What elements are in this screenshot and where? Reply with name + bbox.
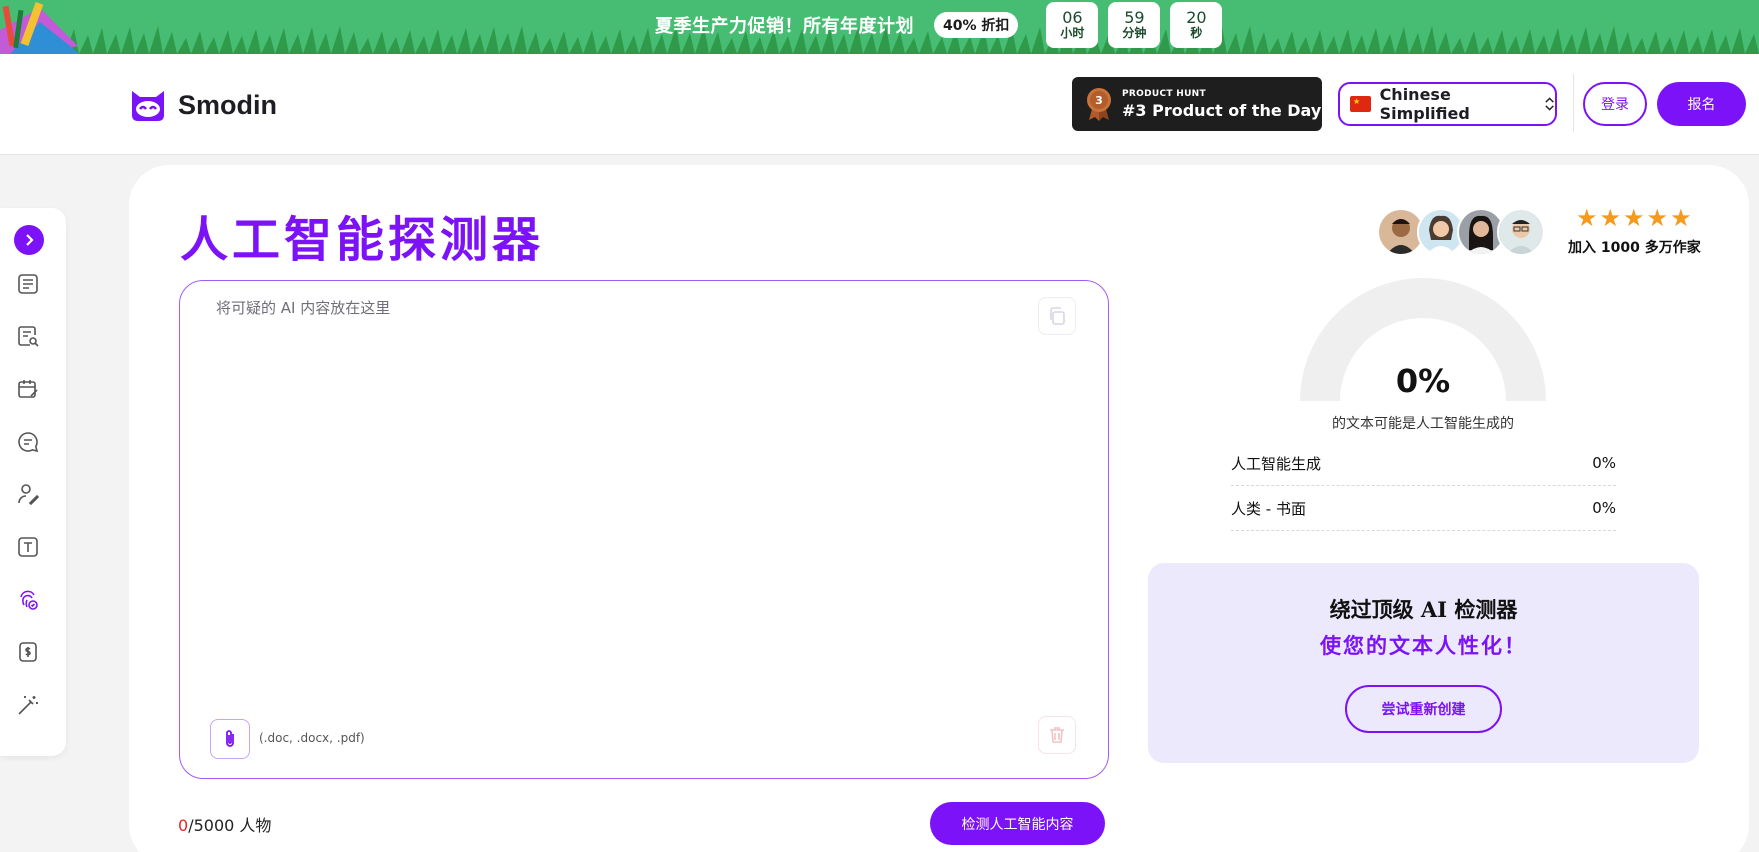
stat-value: 0% bbox=[1592, 454, 1616, 472]
timer-hours-value: 06 bbox=[1062, 8, 1083, 27]
logo-link[interactable]: Smodin bbox=[128, 87, 277, 123]
page-title: 人工智能探测器 bbox=[180, 212, 545, 268]
text-box-icon bbox=[18, 537, 38, 557]
accepted-formats: (.doc, .docx, .pdf) bbox=[259, 731, 365, 745]
sidebar-item-summarizer[interactable] bbox=[14, 428, 42, 456]
signup-button[interactable]: 报名 bbox=[1657, 82, 1746, 126]
countdown-timer: 06 小时 59 分钟 20 秒 bbox=[1046, 2, 1223, 48]
language-label: Chinese Simplified bbox=[1379, 85, 1470, 123]
writers-count: 加入 1000 多万作家 bbox=[1568, 240, 1701, 256]
bypass-promo-box: 绕过顶级 AI 检测器 使您的文本人性化！ 尝试重新创建 bbox=[1148, 563, 1699, 763]
character-count-current: 0 bbox=[178, 816, 189, 835]
chat-lines-icon bbox=[18, 432, 39, 453]
character-count-limit: /5000 人物 bbox=[188, 816, 272, 835]
ai-score-value: 0% bbox=[1395, 362, 1451, 400]
clear-button[interactable] bbox=[1038, 716, 1076, 754]
tool-sidebar bbox=[0, 208, 66, 756]
rating-stars: ★★★★★ bbox=[1576, 204, 1694, 232]
detect-ai-button[interactable]: 检测人工智能内容 bbox=[930, 802, 1105, 845]
ai-score-caption: 的文本可能是人工智能生成的 bbox=[1332, 416, 1514, 432]
sidebar-item-ai-detector[interactable] bbox=[14, 586, 42, 614]
bypass-heading: 绕过顶级 AI 检测器 bbox=[1329, 597, 1518, 622]
timer-seconds-unit: 秒 bbox=[1190, 26, 1203, 40]
timer-hours-unit: 小时 bbox=[1060, 26, 1085, 40]
product-hunt-label: PRODUCT HUNT bbox=[1122, 88, 1206, 99]
fingerprint-check-icon bbox=[20, 590, 38, 610]
chevron-updown-icon bbox=[1545, 97, 1554, 111]
text-input-area[interactable]: 将可疑的 AI 内容放在这里 (.doc, .docx, .pdf) bbox=[179, 280, 1109, 779]
document-lines-icon bbox=[18, 274, 38, 294]
paperclip-icon bbox=[226, 730, 234, 747]
copy-icon bbox=[1050, 307, 1065, 325]
magic-wand-icon bbox=[18, 696, 38, 715]
timer-seconds-value: 20 bbox=[1186, 8, 1207, 27]
upload-file-button[interactable] bbox=[210, 719, 250, 759]
avatar bbox=[1497, 208, 1545, 256]
chevron-right-icon bbox=[26, 234, 34, 246]
promo-text: 夏季生产力促销！所有年度计划 bbox=[655, 16, 914, 37]
bypass-subheading: 使您的文本人性化！ bbox=[1320, 633, 1527, 658]
logo-text: Smodin bbox=[178, 89, 277, 120]
sidebar-item-plagiarism[interactable] bbox=[14, 322, 42, 350]
timer-seconds: 20 秒 bbox=[1170, 2, 1223, 48]
timer-minutes: 59 分钟 bbox=[1108, 2, 1161, 48]
login-button[interactable]: 登录 bbox=[1583, 82, 1647, 126]
stat-row-ai-generated: 人工智能生成 0% bbox=[1231, 441, 1616, 486]
language-selector[interactable]: ★ Chinese Simplified bbox=[1338, 82, 1557, 126]
school-supplies-illustration bbox=[0, 1, 80, 54]
character-counter: 0/5000 人物 bbox=[178, 812, 271, 836]
sidebar-item-magic[interactable] bbox=[14, 691, 42, 719]
product-hunt-badge[interactable]: 3 PRODUCT HUNT #3 Product of the Day bbox=[1072, 77, 1322, 131]
stat-label: 人类 - 书面 bbox=[1231, 499, 1306, 518]
smodin-robot-icon bbox=[132, 91, 164, 121]
writer-avatars bbox=[1377, 208, 1545, 256]
try-rewrite-button[interactable]: 尝试重新创建 bbox=[1345, 685, 1502, 733]
sidebar-item-paraphraser[interactable] bbox=[14, 270, 42, 298]
calendar-edit-icon bbox=[18, 380, 38, 398]
medal-rank: 3 bbox=[1095, 94, 1103, 107]
paste-button[interactable] bbox=[1038, 297, 1076, 335]
product-hunt-rank: #3 Product of the Day bbox=[1122, 100, 1322, 120]
medal-icon: 3 bbox=[1087, 88, 1111, 121]
document-search-icon bbox=[18, 326, 39, 347]
input-placeholder: 将可疑的 AI 内容放在这里 bbox=[216, 299, 391, 317]
sidebar-expand-button[interactable] bbox=[14, 225, 44, 255]
header-divider bbox=[1573, 74, 1574, 132]
sidebar-item-author[interactable] bbox=[14, 480, 42, 508]
stat-value: 0% bbox=[1592, 499, 1616, 517]
sidebar-item-writer[interactable] bbox=[14, 375, 42, 403]
stat-row-human-written: 人类 - 书面 0% bbox=[1231, 486, 1616, 531]
top-header: Smodin 3 PRODUCT HUNT #3 Product of the … bbox=[0, 54, 1759, 155]
sidebar-item-grader[interactable] bbox=[14, 638, 42, 666]
discount-badge: 40% 折扣 bbox=[934, 12, 1019, 38]
sidebar-item-text[interactable] bbox=[14, 533, 42, 561]
user-pen-icon bbox=[18, 484, 40, 506]
china-flag-icon: ★ bbox=[1350, 96, 1371, 112]
timer-hours: 06 小时 bbox=[1046, 2, 1099, 48]
promo-banner[interactable]: 夏季生产力促销！所有年度计划 40% 折扣 06 小时 59 分钟 20 秒 bbox=[0, 0, 1759, 54]
timer-minutes-value: 59 bbox=[1124, 8, 1145, 27]
timer-minutes-unit: 分钟 bbox=[1122, 26, 1147, 40]
dollar-document-icon bbox=[19, 642, 37, 662]
trash-icon bbox=[1050, 727, 1064, 743]
stat-label: 人工智能生成 bbox=[1231, 454, 1322, 473]
